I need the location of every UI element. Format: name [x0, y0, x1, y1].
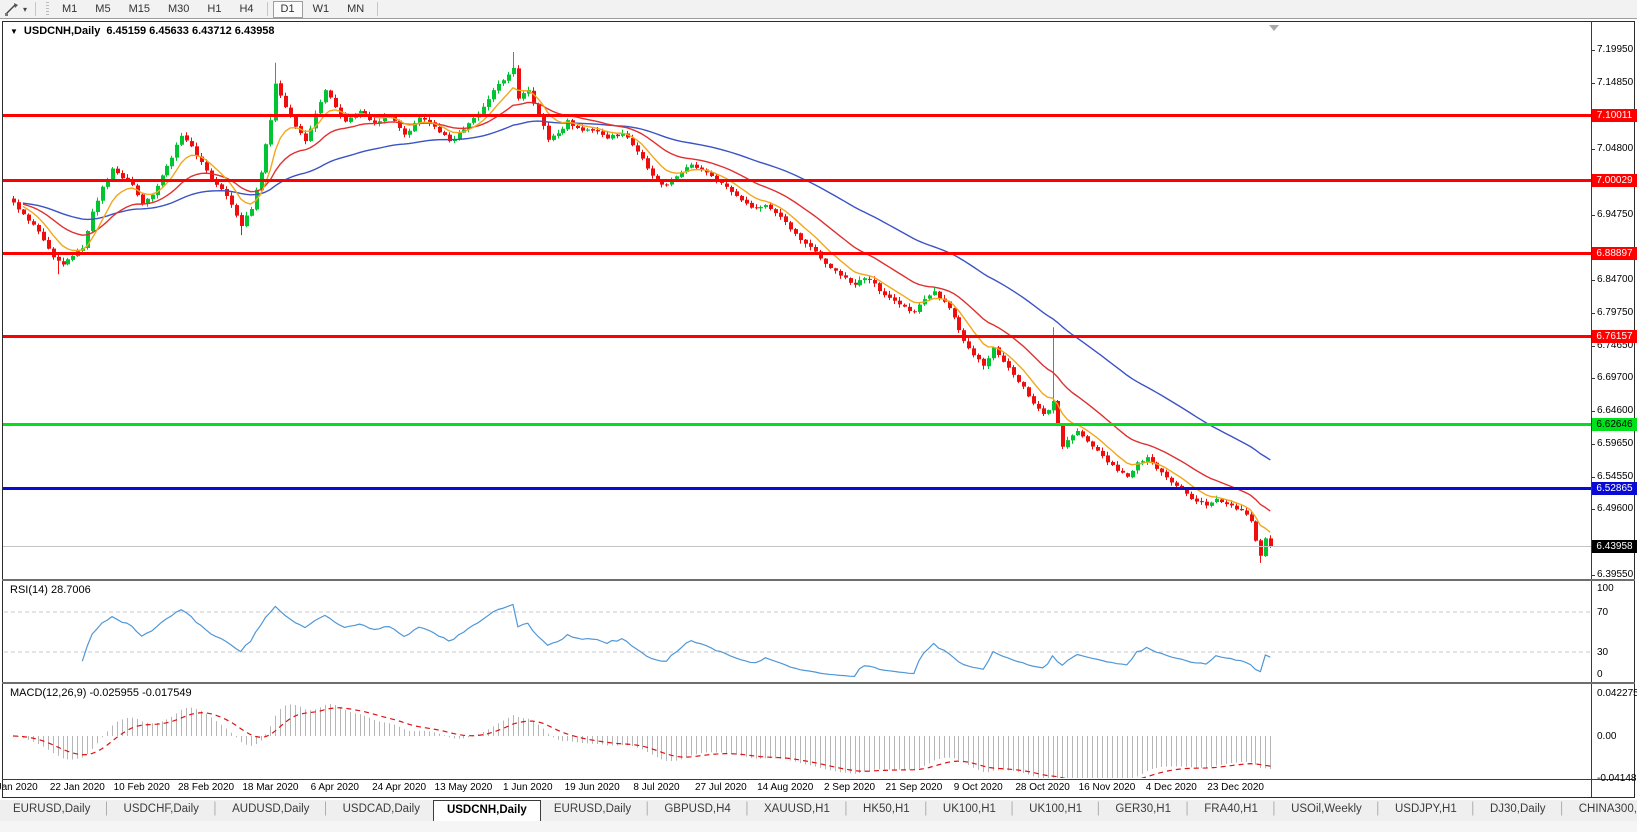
price-tick-mark [1591, 509, 1595, 511]
macd-panel-separator[interactable] [2, 682, 1635, 684]
price-tick-label: 6.69700 [1597, 372, 1634, 384]
price-tick-mark [1591, 50, 1595, 51]
tab-separator: │ [1558, 803, 1566, 815]
support-line[interactable] [3, 487, 1591, 491]
tab-uk100-h1-9[interactable]: UK100,H1 [930, 800, 1009, 821]
date-tick-label: 23 Dec 2020 [1207, 782, 1264, 793]
price-tick-mark [1591, 477, 1595, 479]
support-price-label: 6.62646 [1592, 418, 1637, 432]
resistance-line[interactable] [3, 251, 1591, 255]
tab-separator: │ [922, 803, 930, 815]
tab-separator: │ [1095, 803, 1103, 815]
tab-separator: │ [1008, 803, 1017, 815]
tab-eurusd-daily-5[interactable]: EURUSD,Daily [541, 800, 644, 821]
price-tick-mark [1591, 83, 1595, 85]
ohlc-quote-line: 6.45159 6.45633 6.43712 6.43958 [106, 25, 275, 37]
symbol-period-label: USDCNH,Daily [23, 25, 101, 37]
price-tick-label: 6.54550 [1597, 471, 1634, 483]
tab-separator: │ [842, 803, 851, 815]
symbol-tab-bar: EURUSD,Daily │ USDCHF,Daily │ AUDUSD,Daily │ U… [0, 800, 1637, 822]
price-tick-label: 7.04800 [1597, 142, 1634, 154]
chart-shift-marker-icon[interactable] [1269, 25, 1279, 31]
resistance-price-label: 6.76157 [1592, 329, 1637, 343]
chart-title: ▼ USDCNH,Daily 6.45159 6.45633 6.43712 6… [10, 25, 275, 37]
price-tick-label: 6.59650 [1597, 437, 1634, 449]
tab-dj30-daily-15[interactable]: DJ30,Daily [1477, 800, 1559, 821]
tab-hk50-h1-8[interactable]: HK50,H1 [850, 800, 923, 821]
resistance-line[interactable] [3, 334, 1591, 338]
rsi-scale-label: 100 [1597, 583, 1614, 594]
support-line[interactable] [3, 423, 1591, 427]
price-tick-mark [1591, 411, 1595, 413]
price-tick-mark [1591, 378, 1595, 380]
resistance-price-label: 7.00029 [1592, 174, 1637, 188]
status-bar [0, 821, 1637, 832]
tab-separator: │ [1374, 803, 1382, 815]
macd-scale-label: -0.04148 [1597, 773, 1637, 785]
price-tick-label: 6.39550 [1597, 569, 1634, 580]
price-tick-label: 6.64600 [1597, 405, 1634, 417]
rsi-panel-separator[interactable] [2, 579, 1635, 581]
tab-separator: │ [644, 803, 652, 815]
tab-separator: │ [1469, 803, 1477, 815]
tab-fra40-h1-12[interactable]: FRA40,H1 [1191, 800, 1271, 821]
tab-uk100-h1-10[interactable]: UK100,H1 [1016, 800, 1095, 821]
tab-xauusd-h1-7[interactable]: XAUUSD,H1 [751, 800, 843, 821]
rsi-scale-label: 30 [1597, 647, 1609, 658]
tab-usoil-weekly-13[interactable]: USOil,Weekly [1278, 800, 1375, 821]
tab-separator: │ [211, 803, 220, 815]
tab-audusd-daily-2[interactable]: AUDUSD,Daily [219, 800, 322, 821]
price-tick-mark [1591, 345, 1595, 347]
price-tick-label: 7.19950 [1597, 44, 1634, 55]
tab-separator: │ [743, 803, 752, 815]
price-tick-mark [1591, 312, 1595, 314]
price-tick-mark [1591, 443, 1595, 445]
tab-separator: │ [1270, 803, 1279, 815]
current-price-label: 6.43958 [1592, 540, 1637, 554]
resistance-price-label: 6.88897 [1592, 246, 1637, 260]
rsi-scale-label: 70 [1597, 607, 1609, 618]
price-axis-border [1591, 21, 1592, 797]
price-tick-mark [1591, 575, 1595, 576]
tab-ger30-h1-11[interactable]: GER30,H1 [1102, 800, 1184, 821]
rsi-indicator-label: RSI(14) 28.7006 [10, 584, 91, 596]
chart-canvas[interactable] [0, 0, 1637, 800]
price-tick-label: 6.79750 [1597, 306, 1634, 318]
price-tick-mark [1591, 148, 1595, 150]
resistance-line[interactable] [3, 113, 1591, 117]
tab-separator: │ [322, 803, 330, 815]
resistance-price-label: 7.10011 [1592, 108, 1637, 122]
tab-eurusd-daily-0[interactable]: EURUSD,Daily [0, 800, 103, 821]
price-tick-mark [1591, 280, 1595, 282]
collapse-chart-icon[interactable]: ▼ [10, 27, 18, 36]
tab-separator: │ [103, 803, 111, 815]
rsi-scale-label: 0 [1597, 669, 1603, 680]
price-tick-mark [1591, 214, 1595, 216]
macd-indicator-label: MACD(12,26,9) -0.025955 -0.017549 [10, 687, 192, 699]
tab-usdcnh-daily-4[interactable]: USDCNH,Daily [432, 800, 541, 821]
tab-usdcad-daily-3[interactable]: USDCAD,Daily [330, 800, 433, 821]
tab-gbpusd-h4-6[interactable]: GBPUSD,H4 [651, 800, 743, 821]
current-price-line [3, 546, 1591, 548]
price-tick-label: 7.14850 [1597, 77, 1634, 89]
price-tick-label: 6.49600 [1597, 503, 1634, 515]
tab-separator: │ [1184, 803, 1192, 815]
price-tick-label: 6.84700 [1597, 274, 1634, 286]
support-price-label: 6.52865 [1592, 482, 1637, 496]
macd-scale-label: 0.042275 [1597, 688, 1637, 699]
time-axis-border [2, 779, 1635, 780]
tab-usdjpy-h1-14[interactable]: USDJPY,H1 [1382, 800, 1470, 821]
resistance-line[interactable] [3, 179, 1591, 183]
macd-scale-label: 0.00 [1597, 731, 1617, 742]
tab-usdchf-daily-1[interactable]: USDCHF,Daily [111, 800, 212, 821]
price-tick-label: 6.94750 [1597, 208, 1634, 220]
tab-china300-h1-16[interactable]: CHINA300,H1 [1566, 800, 1637, 821]
